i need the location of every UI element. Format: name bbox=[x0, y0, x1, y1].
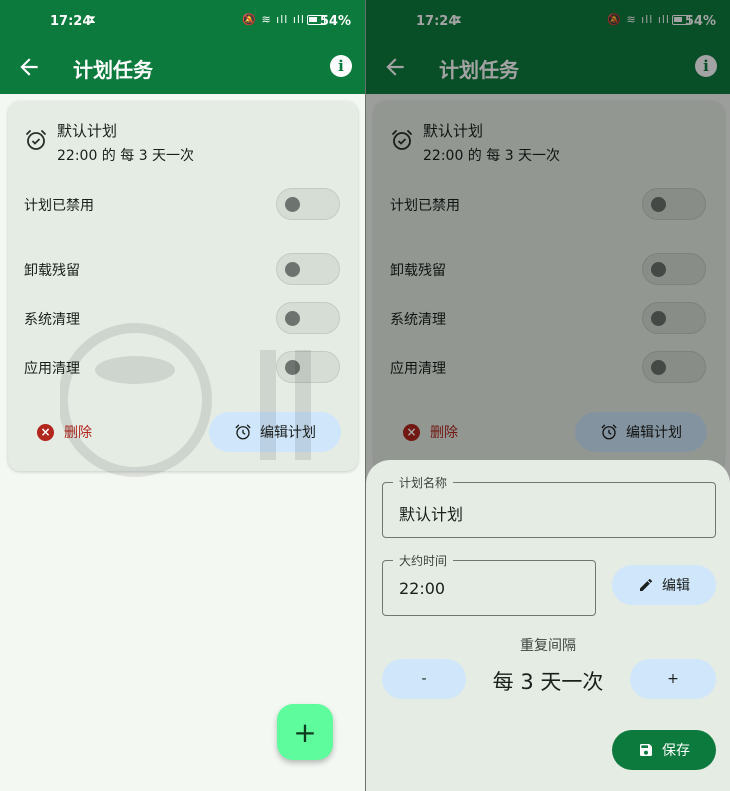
save-label: 保存 bbox=[662, 743, 690, 759]
floppy-disk-icon bbox=[640, 744, 652, 756]
plan-name-field-value: 默认计划 bbox=[399, 505, 464, 524]
approx-time-field[interactable]: 大约时间 22:00 bbox=[382, 552, 596, 616]
alarm-icon bbox=[235, 424, 251, 440]
edit-time-label: 编辑 bbox=[662, 578, 690, 594]
toggle-uninstall-residue[interactable] bbox=[276, 253, 340, 285]
row-label-plan-disabled: 计划已禁用 bbox=[24, 198, 94, 214]
edit-plan-button[interactable]: 编辑计划 bbox=[209, 412, 341, 452]
plan-name-field[interactable]: 计划名称 默认计划 bbox=[382, 474, 716, 538]
arrow-back-icon[interactable] bbox=[16, 54, 42, 80]
repeat-interval-value: 每 3 天一次 bbox=[492, 670, 604, 694]
pencil-icon bbox=[640, 578, 652, 591]
row-label-system-clean: 系统清理 bbox=[24, 312, 80, 328]
plan-name-field-label: 计划名称 bbox=[393, 474, 454, 491]
row-label-uninstall-residue: 卸载残留 bbox=[24, 263, 80, 279]
page-title: 计划任务 bbox=[73, 58, 153, 82]
app-bar: 计划任务 i bbox=[0, 44, 365, 94]
plan-list-screen: 17:24 ⧗ 🔕 ≋ ıll ıll 54% 计划任务 i 默认计划 22:0… bbox=[0, 0, 365, 791]
save-button[interactable]: 保存 bbox=[612, 730, 716, 770]
edit-plan-bottom-sheet: 计划名称 默认计划 大约时间 22:00 编辑 重复间隔 - 每 3 天一次 +… bbox=[366, 460, 730, 791]
increase-interval-button[interactable]: + bbox=[630, 659, 716, 699]
row-label-app-clean: 应用清理 bbox=[24, 361, 80, 377]
edit-plan-label: 编辑计划 bbox=[260, 425, 316, 441]
plan-card[interactable]: 默认计划 22:00 的 每 3 天一次 计划已禁用 卸载残留 系统清理 应用清… bbox=[8, 101, 358, 471]
repeat-interval-label: 重复间隔 bbox=[520, 638, 576, 654]
plan-schedule: 22:00 的 每 3 天一次 bbox=[57, 148, 195, 164]
status-time: 17:24 bbox=[50, 14, 92, 29]
plus-label: + bbox=[667, 671, 679, 687]
minus-label: - bbox=[421, 671, 427, 687]
status-bar: 17:24 ⧗ 🔕 ≋ ıll ıll 54% bbox=[0, 0, 365, 44]
battery-percent: 54% bbox=[319, 14, 351, 29]
plan-name: 默认计划 bbox=[57, 122, 118, 140]
approx-time-field-value: 22:00 bbox=[399, 579, 446, 598]
delete-button[interactable]: × 删除 bbox=[37, 417, 92, 447]
toggle-plan-disabled[interactable] bbox=[276, 188, 340, 220]
decrease-interval-button[interactable]: - bbox=[382, 659, 466, 699]
system-status-icons: 🔕 ≋ ıll ıll bbox=[242, 13, 305, 26]
approx-time-field-label: 大约时间 bbox=[393, 552, 454, 569]
hourglass-icon: ⧗ bbox=[88, 13, 96, 26]
edit-time-button[interactable]: 编辑 bbox=[612, 565, 716, 605]
delete-label: 删除 bbox=[64, 425, 92, 441]
toggle-system-clean[interactable] bbox=[276, 302, 340, 334]
edit-plan-screen: 17:24 ⧗ 🔕 ≋ ıll ıll 54% 计划任务 i 默认计划 22:0… bbox=[366, 0, 730, 791]
toggle-app-clean[interactable] bbox=[276, 351, 340, 383]
plus-icon: + bbox=[293, 715, 317, 749]
info-icon[interactable]: i bbox=[330, 55, 352, 77]
add-plan-fab[interactable]: + bbox=[277, 704, 333, 760]
alarm-check-icon bbox=[26, 130, 46, 150]
cancel-circle-icon: × bbox=[37, 423, 54, 441]
